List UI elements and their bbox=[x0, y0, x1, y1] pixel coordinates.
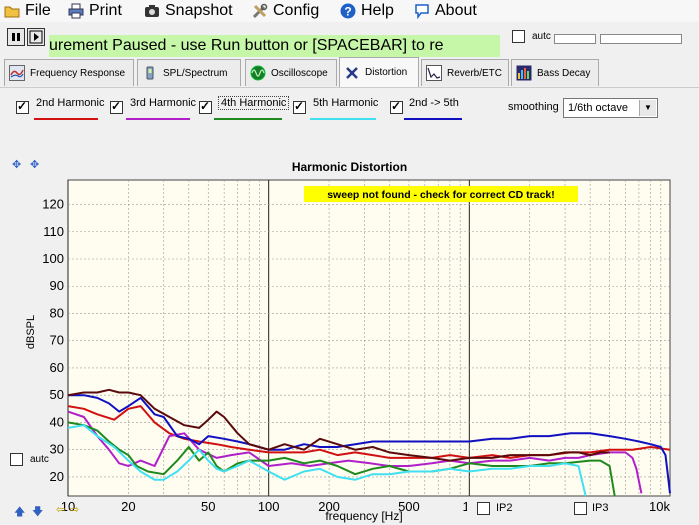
y-tick-label: 90 bbox=[50, 278, 64, 293]
tab-spl-spectrum-label: SPL/Spectrum bbox=[163, 67, 228, 79]
tab-frequency-response[interactable]: Frequency Response bbox=[4, 59, 134, 86]
menu-snapshot-label: Snapshot bbox=[165, 2, 233, 19]
tab-reverb-etc-label: Reverb/ETC bbox=[447, 67, 503, 79]
auto-checkbox-bottom[interactable] bbox=[10, 453, 23, 466]
level-slider-1[interactable] bbox=[554, 34, 596, 44]
y-tick-label: 60 bbox=[50, 360, 64, 375]
frequency-response-icon bbox=[9, 65, 25, 81]
menu-snapshot[interactable]: Snapshot bbox=[144, 0, 233, 22]
smoothing-select[interactable]: 1/6th octave ▼ bbox=[563, 98, 658, 118]
printer-icon bbox=[68, 3, 84, 19]
bass-decay-icon bbox=[516, 65, 532, 81]
status-message: urement Paused - use Run button or [SPAC… bbox=[49, 35, 500, 57]
y-tick-label: 110 bbox=[43, 224, 64, 239]
harmonic-sum-checkbox[interactable] bbox=[390, 99, 403, 114]
x-tick-label: 50 bbox=[201, 499, 215, 514]
camera-icon bbox=[145, 5, 159, 17]
tab-bass-decay-label: Bass Decay bbox=[537, 67, 591, 79]
scroll-left-icon[interactable]: ⇦ bbox=[56, 503, 65, 516]
menu-about[interactable]: About bbox=[414, 0, 477, 22]
ip3-checkbox[interactable] bbox=[574, 502, 587, 515]
chevron-down-icon: ▼ bbox=[639, 100, 656, 116]
run-button[interactable] bbox=[27, 28, 45, 46]
reverb-icon bbox=[426, 65, 442, 81]
harmonic-2nd-label: 2nd Harmonic bbox=[36, 97, 105, 109]
distortion-icon bbox=[346, 66, 358, 79]
x-tick-label: 10k bbox=[649, 499, 670, 514]
play-icon bbox=[29, 30, 43, 44]
level-slider-2[interactable] bbox=[600, 34, 682, 44]
spl-meter-icon bbox=[146, 66, 154, 80]
svg-text:?: ? bbox=[344, 5, 351, 19]
menu-help-label: Help bbox=[361, 2, 394, 19]
tab-spl-spectrum[interactable]: SPL/Spectrum bbox=[137, 59, 241, 86]
y-tick-label: 70 bbox=[50, 333, 64, 348]
tab-oscilloscope[interactable]: Oscilloscope bbox=[245, 59, 337, 86]
harmonic-5th-swatch bbox=[310, 118, 376, 120]
auto-checkbox-top[interactable] bbox=[512, 30, 525, 43]
pause-button[interactable] bbox=[7, 28, 25, 46]
menu-file[interactable]: File bbox=[4, 0, 51, 22]
scroll-down-icon[interactable]: 🡇 bbox=[32, 503, 43, 522]
harmonic-2nd-swatch bbox=[34, 118, 98, 120]
scroll-up-icon[interactable]: 🡅 bbox=[14, 503, 25, 522]
menu-config[interactable]: Config bbox=[252, 0, 319, 22]
ip3-label: IP3 bbox=[592, 502, 609, 514]
smoothing-value: 1/6th octave bbox=[568, 102, 628, 114]
menu-help[interactable]: ? Help bbox=[340, 0, 394, 22]
menu-print[interactable]: Print bbox=[68, 0, 122, 22]
y-axis-label: dBSPL bbox=[25, 315, 37, 349]
oscilloscope-icon bbox=[250, 65, 266, 81]
harmonic-3rd-checkbox[interactable] bbox=[110, 99, 123, 114]
y-tick-label: 50 bbox=[50, 387, 64, 402]
menu-print-label: Print bbox=[89, 2, 122, 19]
tab-reverb-etc[interactable]: Reverb/ETC bbox=[421, 59, 509, 86]
x-tick-label: 100 bbox=[258, 499, 280, 514]
tools-icon bbox=[252, 3, 268, 19]
y-tick-label: 120 bbox=[42, 197, 64, 212]
menu-bar: File Print Snapshot Config ? Help About bbox=[0, 0, 699, 22]
harmonic-2nd-checkbox[interactable] bbox=[16, 99, 29, 114]
harmonic-distortion-chart[interactable]: 2030405060708090100110120 10 20 50 100 200 50… bbox=[0, 150, 699, 525]
folder-icon bbox=[4, 6, 20, 18]
plot-area bbox=[67, 179, 671, 497]
tab-frequency-response-label: Frequency Response bbox=[30, 67, 126, 79]
tab-oscilloscope-label: Oscilloscope bbox=[271, 67, 328, 79]
y-tick-label: 80 bbox=[50, 305, 64, 320]
ip2-label: IP2 bbox=[496, 502, 513, 514]
tab-bass-decay[interactable]: Bass Decay bbox=[511, 59, 599, 86]
harmonic-3rd-label: 3rd Harmonic bbox=[130, 97, 197, 109]
y-tick-label: 100 bbox=[42, 251, 64, 266]
harmonic-sum-label: 2nd -> 5th bbox=[409, 97, 459, 109]
x-tick-label: 20 bbox=[121, 499, 135, 514]
harmonic-3rd-swatch bbox=[126, 118, 190, 120]
menu-config-label: Config bbox=[273, 2, 320, 19]
y-tick-label: 20 bbox=[50, 469, 64, 484]
tab-distortion-label: Distortion bbox=[365, 67, 408, 78]
tab-bar: Frequency Response SPL/Spectrum Oscillos… bbox=[0, 57, 699, 87]
ip2-checkbox[interactable] bbox=[477, 502, 490, 515]
y-tick-labels: 20 30 40 50 60 70 80 90 100 110 120 bbox=[42, 197, 64, 484]
x-axis-label: frequency [Hz] bbox=[325, 509, 402, 523]
harmonic-sum-swatch bbox=[404, 118, 462, 120]
menu-about-label: About bbox=[435, 2, 477, 19]
auto-label-top: autc bbox=[532, 31, 551, 42]
scroll-right-icon[interactable]: ⇨ bbox=[70, 503, 79, 516]
harmonic-5th-checkbox[interactable] bbox=[293, 99, 306, 114]
harmonic-5th-label: 5th Harmonic bbox=[313, 97, 379, 109]
auto-label-bottom: autc bbox=[30, 454, 49, 465]
smoothing-label: smoothing bbox=[508, 101, 559, 113]
y-tick-label: 40 bbox=[50, 414, 64, 429]
harmonic-4th-label: 4th Harmonic bbox=[218, 96, 290, 110]
harmonic-4th-swatch bbox=[214, 118, 282, 120]
y-tick-label: 30 bbox=[50, 442, 64, 457]
harmonic-4th-checkbox[interactable] bbox=[199, 99, 212, 114]
annotation-text: sweep not found - check for correct CD t… bbox=[327, 189, 555, 201]
help-icon: ? bbox=[340, 3, 356, 19]
menu-file-label: File bbox=[25, 2, 51, 19]
speech-bubble-icon bbox=[415, 4, 429, 19]
tab-distortion[interactable]: Distortion bbox=[339, 57, 419, 87]
pause-icon bbox=[12, 33, 20, 41]
